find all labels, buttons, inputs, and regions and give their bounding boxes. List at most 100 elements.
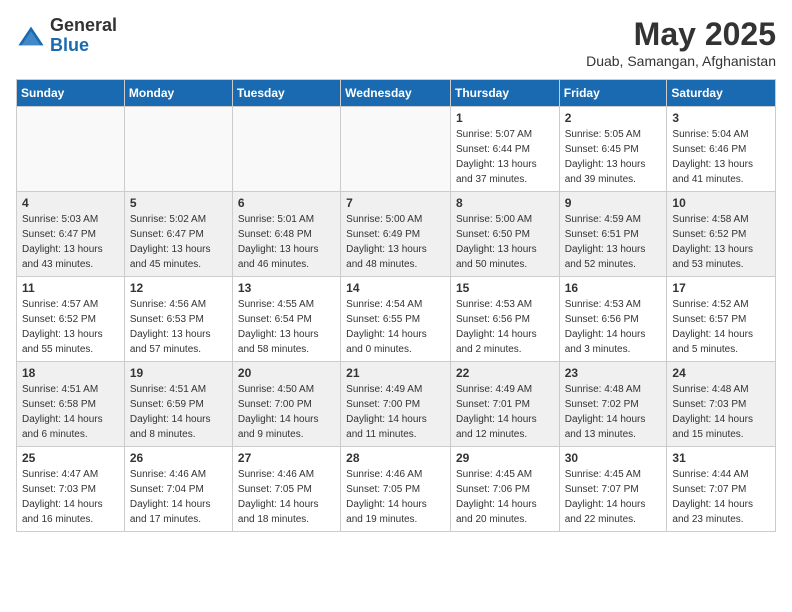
calendar-cell: 24 Sunrise: 4:48 AMSunset: 7:03 PMDayligh…: [667, 362, 776, 447]
calendar-cell: 13Sunrise: 4:55 AMSunset: 6:54 PMDayligh…: [232, 277, 340, 362]
calendar-week-row: 18 Sunrise: 4:51 AMSunset: 6:58 PMDayligh…: [17, 362, 776, 447]
calendar-cell: [124, 107, 232, 192]
day-detail: Sunrise: 4:44 AMSunset: 7:07 PMDaylight:…: [672, 467, 770, 527]
calendar-cell: 3 Sunrise: 5:04 AMSunset: 6:46 PMDaylight…: [667, 107, 776, 192]
weekday-header: Sunday: [17, 80, 125, 107]
day-detail: Sunrise: 4:51 AMSunset: 6:58 PMDaylight:…: [22, 382, 119, 442]
day-detail: Sunrise: 4:46 AMSunset: 7:05 PMDaylight:…: [346, 467, 445, 527]
calendar-cell: 2Sunrise: 5:05 AMSunset: 6:45 PMDaylight…: [559, 107, 667, 192]
day-number: 12: [130, 281, 227, 295]
calendar-cell: 30 Sunrise: 4:45 AMSunset: 7:07 PMDayligh…: [559, 447, 667, 532]
calendar-title: May 2025: [586, 16, 776, 53]
day-number: 21: [346, 366, 445, 380]
calendar-table: SundayMondayTuesdayWednesdayThursdayFrid…: [16, 79, 776, 532]
calendar-cell: 9 Sunrise: 4:59 AMSunset: 6:51 PMDaylight…: [559, 192, 667, 277]
day-detail: Sunrise: 5:00 AMSunset: 6:50 PMDaylight:…: [456, 212, 554, 272]
day-detail: Sunrise: 4:50 AMSunset: 7:00 PMDaylight:…: [238, 382, 335, 442]
day-detail: Sunrise: 4:46 AMSunset: 7:04 PMDaylight:…: [130, 467, 227, 527]
day-number: 6: [238, 196, 335, 210]
calendar-week-row: 1Sunrise: 5:07 AMSunset: 6:44 PMDaylight…: [17, 107, 776, 192]
logo-text-blue: Blue: [50, 35, 89, 55]
day-detail: Sunrise: 5:04 AMSunset: 6:46 PMDaylight:…: [672, 127, 770, 187]
day-detail: Sunrise: 4:49 AMSunset: 7:01 PMDaylight:…: [456, 382, 554, 442]
day-detail: Sunrise: 4:55 AMSunset: 6:54 PMDaylight:…: [238, 297, 335, 357]
calendar-week-row: 4Sunrise: 5:03 AMSunset: 6:47 PMDaylight…: [17, 192, 776, 277]
day-number: 9: [565, 196, 662, 210]
day-detail: Sunrise: 4:54 AMSunset: 6:55 PMDaylight:…: [346, 297, 445, 357]
day-detail: Sunrise: 5:07 AMSunset: 6:44 PMDaylight:…: [456, 127, 554, 187]
calendar-cell: 6 Sunrise: 5:01 AMSunset: 6:48 PMDaylight…: [232, 192, 340, 277]
day-detail: Sunrise: 4:59 AMSunset: 6:51 PMDaylight:…: [565, 212, 662, 272]
day-detail: Sunrise: 4:51 AMSunset: 6:59 PMDaylight:…: [130, 382, 227, 442]
day-detail: Sunrise: 4:47 AMSunset: 7:03 PMDaylight:…: [22, 467, 119, 527]
logo-text-general: General: [50, 15, 117, 35]
calendar-cell: 26 Sunrise: 4:46 AMSunset: 7:04 PMDayligh…: [124, 447, 232, 532]
day-number: 30: [565, 451, 662, 465]
day-detail: Sunrise: 4:48 AMSunset: 7:02 PMDaylight:…: [565, 382, 662, 442]
calendar-header-row: SundayMondayTuesdayWednesdayThursdayFrid…: [17, 80, 776, 107]
day-number: 19: [130, 366, 227, 380]
day-number: 28: [346, 451, 445, 465]
day-number: 17: [672, 281, 770, 295]
calendar-cell: 12 Sunrise: 4:56 AMSunset: 6:53 PMDayligh…: [124, 277, 232, 362]
calendar-cell: 14 Sunrise: 4:54 AMSunset: 6:55 PMDayligh…: [341, 277, 451, 362]
day-number: 27: [238, 451, 335, 465]
day-number: 24: [672, 366, 770, 380]
day-number: 11: [22, 281, 119, 295]
calendar-cell: 23Sunrise: 4:48 AMSunset: 7:02 PMDayligh…: [559, 362, 667, 447]
calendar-cell: 5Sunrise: 5:02 AMSunset: 6:47 PMDaylight…: [124, 192, 232, 277]
weekday-header: Tuesday: [232, 80, 340, 107]
calendar-cell: 15 Sunrise: 4:53 AMSunset: 6:56 PMDayligh…: [450, 277, 559, 362]
weekday-header: Wednesday: [341, 80, 451, 107]
day-detail: Sunrise: 4:57 AMSunset: 6:52 PMDaylight:…: [22, 297, 119, 357]
day-detail: Sunrise: 4:52 AMSunset: 6:57 PMDaylight:…: [672, 297, 770, 357]
day-number: 20: [238, 366, 335, 380]
calendar-cell: 18 Sunrise: 4:51 AMSunset: 6:58 PMDayligh…: [17, 362, 125, 447]
day-detail: Sunrise: 4:53 AMSunset: 6:56 PMDaylight:…: [565, 297, 662, 357]
calendar-cell: 25 Sunrise: 4:47 AMSunset: 7:03 PMDayligh…: [17, 447, 125, 532]
title-block: May 2025 Duab, Samangan, Afghanistan: [586, 16, 776, 69]
weekday-header: Friday: [559, 80, 667, 107]
day-detail: Sunrise: 4:48 AMSunset: 7:03 PMDaylight:…: [672, 382, 770, 442]
calendar-cell: [232, 107, 340, 192]
calendar-week-row: 25 Sunrise: 4:47 AMSunset: 7:03 PMDayligh…: [17, 447, 776, 532]
day-number: 3: [672, 111, 770, 125]
calendar-cell: 17 Sunrise: 4:52 AMSunset: 6:57 PMDayligh…: [667, 277, 776, 362]
day-detail: Sunrise: 4:56 AMSunset: 6:53 PMDaylight:…: [130, 297, 227, 357]
calendar-cell: 7Sunrise: 5:00 AMSunset: 6:49 PMDaylight…: [341, 192, 451, 277]
day-detail: Sunrise: 5:02 AMSunset: 6:47 PMDaylight:…: [130, 212, 227, 272]
logo-icon: [16, 25, 46, 47]
calendar-cell: [341, 107, 451, 192]
calendar-cell: 21 Sunrise: 4:49 AMSunset: 7:00 PMDayligh…: [341, 362, 451, 447]
calendar-cell: 16Sunrise: 4:53 AMSunset: 6:56 PMDayligh…: [559, 277, 667, 362]
day-detail: Sunrise: 4:45 AMSunset: 7:07 PMDaylight:…: [565, 467, 662, 527]
day-detail: Sunrise: 5:01 AMSunset: 6:48 PMDaylight:…: [238, 212, 335, 272]
day-detail: Sunrise: 4:45 AMSunset: 7:06 PMDaylight:…: [456, 467, 554, 527]
day-number: 31: [672, 451, 770, 465]
day-number: 15: [456, 281, 554, 295]
day-number: 26: [130, 451, 227, 465]
day-number: 14: [346, 281, 445, 295]
calendar-cell: 1Sunrise: 5:07 AMSunset: 6:44 PMDaylight…: [450, 107, 559, 192]
day-number: 8: [456, 196, 554, 210]
calendar-cell: 19 Sunrise: 4:51 AMSunset: 6:59 PMDayligh…: [124, 362, 232, 447]
calendar-cell: 20 Sunrise: 4:50 AMSunset: 7:00 PMDayligh…: [232, 362, 340, 447]
calendar-week-row: 11 Sunrise: 4:57 AMSunset: 6:52 PMDayligh…: [17, 277, 776, 362]
day-detail: Sunrise: 4:58 AMSunset: 6:52 PMDaylight:…: [672, 212, 770, 272]
calendar-cell: 4Sunrise: 5:03 AMSunset: 6:47 PMDaylight…: [17, 192, 125, 277]
calendar-subtitle: Duab, Samangan, Afghanistan: [586, 53, 776, 69]
day-number: 10: [672, 196, 770, 210]
calendar-cell: 29Sunrise: 4:45 AMSunset: 7:06 PMDayligh…: [450, 447, 559, 532]
day-number: 18: [22, 366, 119, 380]
weekday-header: Monday: [124, 80, 232, 107]
day-detail: Sunrise: 5:03 AMSunset: 6:47 PMDaylight:…: [22, 212, 119, 272]
logo: General Blue: [16, 16, 117, 56]
calendar-cell: [17, 107, 125, 192]
day-detail: Sunrise: 4:46 AMSunset: 7:05 PMDaylight:…: [238, 467, 335, 527]
calendar-cell: 22 Sunrise: 4:49 AMSunset: 7:01 PMDayligh…: [450, 362, 559, 447]
day-number: 7: [346, 196, 445, 210]
day-number: 22: [456, 366, 554, 380]
day-number: 25: [22, 451, 119, 465]
day-detail: Sunrise: 4:53 AMSunset: 6:56 PMDaylight:…: [456, 297, 554, 357]
day-detail: Sunrise: 4:49 AMSunset: 7:00 PMDaylight:…: [346, 382, 445, 442]
